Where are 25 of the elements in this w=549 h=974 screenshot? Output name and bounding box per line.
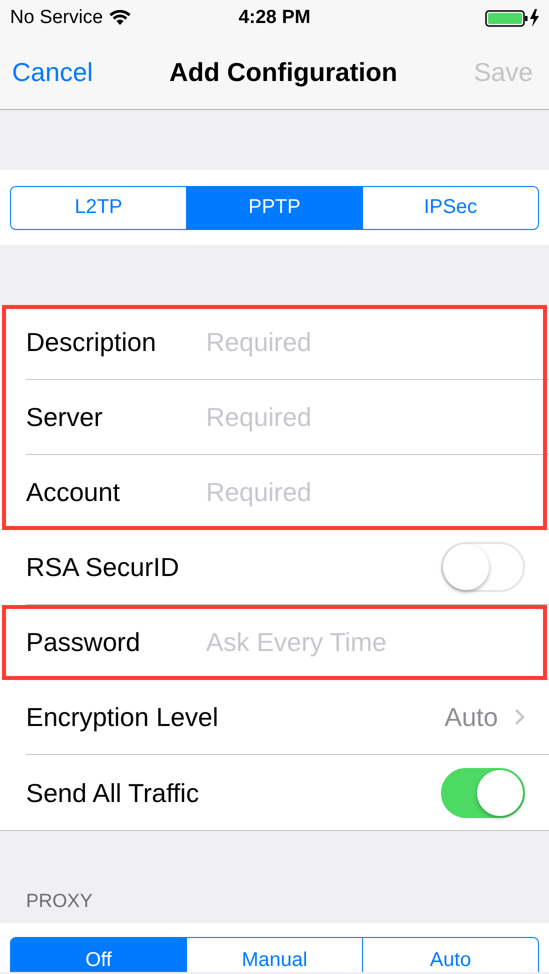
input-field[interactable]: Required — [206, 398, 525, 436]
section-header: PROXY — [26, 891, 93, 913]
toggle-switch[interactable] — [441, 768, 525, 818]
row-label: Encryption Level — [26, 701, 220, 733]
battery-icon — [485, 8, 541, 28]
row-label: Send All Traffic — [26, 776, 200, 808]
chevron-icon — [514, 708, 525, 726]
segment-tab[interactable]: PPTP — [186, 186, 362, 228]
input-field[interactable]: Ask Every Time — [206, 622, 525, 662]
segment-tab[interactable]: IPSec — [362, 186, 538, 228]
row-value: Auto — [444, 701, 498, 733]
row-label: Account — [26, 476, 121, 508]
status-time: 4:28 PM — [238, 7, 310, 29]
segment-tab[interactable]: Auto — [362, 938, 538, 972]
row-label: Password — [26, 626, 142, 658]
row-label: Server — [26, 401, 104, 433]
input-field[interactable]: Required — [206, 322, 525, 362]
segment-tab[interactable]: Off — [11, 938, 186, 972]
row-label: RSA SecurID — [26, 551, 180, 583]
carrier-text: No Service — [10, 7, 103, 29]
row-label: Description — [26, 326, 158, 358]
input-field[interactable]: Required — [206, 472, 525, 512]
navigation-title: Add Configuration — [169, 57, 398, 88]
wifi-icon — [108, 10, 131, 26]
cancel-button[interactable]: Cancel — [12, 57, 93, 88]
